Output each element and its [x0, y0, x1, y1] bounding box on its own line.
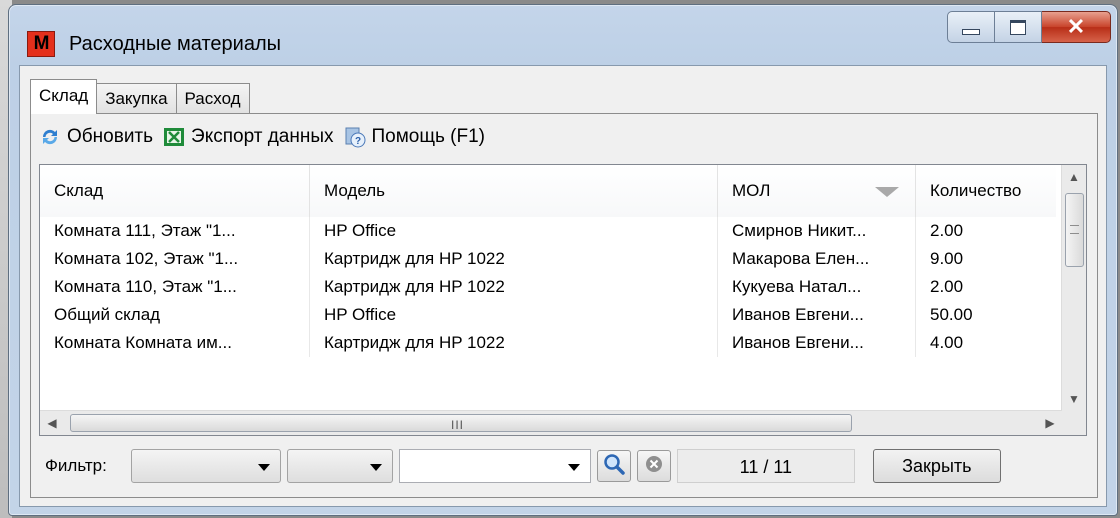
scroll-up-icon[interactable]: ▲: [1062, 165, 1086, 189]
horizontal-scrollbar[interactable]: ◀ III ▶: [40, 410, 1062, 435]
cell-warehouse: Общий склад: [40, 301, 310, 329]
maximize-button[interactable]: [995, 11, 1042, 43]
export-data-label: Экспорт данных: [191, 126, 334, 147]
cell-warehouse: Комната 111, Этаж "1...: [40, 217, 310, 245]
record-counter: 11 / 11: [676, 449, 855, 483]
filter-label: Фильтр:: [45, 456, 107, 475]
tab-warehouse[interactable]: Склад: [30, 79, 98, 114]
chevron-down-icon: [567, 464, 580, 471]
table-row[interactable]: Комната 111, Этаж "1... HP Office Смирно…: [40, 217, 1056, 245]
filter-bar: Фильтр: 11 / 11 Закрыть: [39, 446, 1087, 486]
table-row[interactable]: Общий склад HP Office Иванов Евгени... 5…: [40, 301, 1056, 329]
help-button[interactable]: ? Помощь (F1): [344, 126, 486, 148]
toolbar: Обновить Экспорт данных ? Помощь (F1): [39, 122, 495, 152]
cell-quantity: 9.00: [930, 249, 964, 268]
app-logo-icon: M: [27, 31, 55, 57]
cell-mol: Иванов Евгени...: [718, 329, 916, 357]
cell-mol: Кукуева Натал...: [718, 273, 916, 301]
cell-mol: Макарова Елен...: [718, 245, 916, 273]
window-title: Расходные материалы: [69, 33, 281, 55]
clear-icon: [643, 453, 665, 480]
vertical-scrollbar[interactable]: ▲ ▼: [1061, 165, 1086, 411]
scrollbar-corner: [1062, 411, 1086, 435]
vertical-scroll-thumb[interactable]: [1065, 193, 1084, 267]
grid-rows: Комната 111, Этаж "1... HP Office Смирно…: [40, 217, 1056, 357]
cell-warehouse: Комната 102, Этаж "1...: [40, 245, 310, 273]
window-client-area: Склад Закупка Расход Обновить Экспорт да…: [19, 65, 1107, 507]
cell-mol: Смирнов Никит...: [718, 217, 916, 245]
export-data-button[interactable]: Экспорт данных: [163, 126, 334, 148]
cell-quantity: 4.00: [930, 333, 964, 352]
refresh-button[interactable]: Обновить: [39, 126, 153, 148]
filter-operator-dropdown[interactable]: [286, 449, 393, 483]
apply-filter-button[interactable]: [596, 450, 631, 482]
minimize-icon: [962, 29, 980, 35]
search-icon: [602, 452, 626, 481]
cell-mol: Иванов Евгени...: [718, 301, 916, 329]
cell-model: Картридж для HP 1022: [310, 329, 718, 357]
column-header-quantity[interactable]: Количество: [916, 165, 1056, 217]
cell-warehouse: Комната 110, Этаж "1...: [40, 273, 310, 301]
cell-quantity: 50.00: [930, 305, 973, 324]
grid-header: Склад Модель МОЛ Количество: [40, 165, 1056, 217]
maximize-icon: [1010, 19, 1026, 35]
scroll-left-icon[interactable]: ◀: [40, 411, 64, 435]
table-row[interactable]: Комната 110, Этаж "1... Картридж для HP …: [40, 273, 1056, 301]
close-button[interactable]: Закрыть: [872, 449, 1001, 483]
excel-icon: [163, 126, 185, 148]
table-row[interactable]: Комната 102, Этаж "1... Картридж для HP …: [40, 245, 1056, 273]
cell-model: Картридж для HP 1022: [310, 245, 718, 273]
close-window-button[interactable]: ✕: [1042, 11, 1111, 43]
filter-field-dropdown[interactable]: [130, 449, 281, 483]
consumables-window: M Расходные материалы ✕ Склад Закупка Ра…: [8, 4, 1118, 516]
svg-text:?: ?: [354, 136, 360, 147]
cell-model: HP Office: [310, 301, 718, 329]
cell-warehouse: Комната Комната им...: [40, 329, 310, 357]
tab-purchase[interactable]: Закупка: [96, 83, 177, 114]
scroll-down-icon[interactable]: ▼: [1062, 387, 1086, 411]
scroll-right-icon[interactable]: ▶: [1038, 411, 1062, 435]
chevron-down-icon: [257, 464, 270, 471]
close-icon: ✕: [1066, 14, 1086, 39]
refresh-label: Обновить: [67, 126, 154, 147]
cell-model: HP Office: [310, 217, 718, 245]
cell-quantity: 2.00: [930, 277, 964, 296]
column-header-warehouse[interactable]: Склад: [40, 165, 310, 217]
table-row[interactable]: Комната Комната им... Картридж для HP 10…: [40, 329, 1056, 357]
grip-icon: III: [451, 418, 465, 432]
window-controls: ✕: [947, 11, 1111, 43]
minimize-button[interactable]: [947, 11, 995, 43]
refresh-icon: [39, 126, 61, 148]
column-header-model[interactable]: Модель: [310, 165, 718, 217]
cell-model: Картридж для HP 1022: [310, 273, 718, 301]
column-header-mol[interactable]: МОЛ: [718, 165, 916, 217]
chevron-down-icon: [369, 464, 382, 471]
filter-value-combobox[interactable]: [398, 449, 591, 483]
help-label: Помощь (F1): [371, 126, 486, 147]
help-icon: ?: [344, 126, 366, 148]
data-grid: Склад Модель МОЛ Количество Комната 111,…: [39, 164, 1087, 436]
tab-strip: Склад Закупка Расход: [30, 79, 250, 114]
clear-filter-button[interactable]: [636, 450, 671, 482]
cell-quantity: 2.00: [930, 221, 964, 240]
sort-descending-icon: [875, 187, 899, 197]
column-header-mol-label: МОЛ: [732, 181, 771, 200]
horizontal-scroll-thumb[interactable]: III: [70, 414, 852, 432]
title-bar[interactable]: M Расходные материалы ✕: [9, 5, 1117, 65]
tab-expense[interactable]: Расход: [175, 83, 250, 114]
tab-page-warehouse: Обновить Экспорт данных ? Помощь (F1) Ск…: [30, 113, 1098, 498]
